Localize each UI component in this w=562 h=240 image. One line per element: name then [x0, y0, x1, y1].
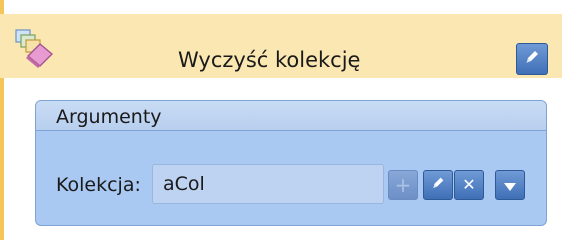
activity-header: Wyczyść kolekcję [0, 14, 562, 78]
collection-label: Kolekcja: [56, 174, 141, 196]
close-icon: ✕ [462, 175, 476, 194]
arguments-panel-header: Argumenty [36, 101, 546, 131]
activity-title: Wyczyść kolekcję [178, 48, 361, 72]
plus-icon: + [394, 173, 412, 197]
dropdown-arrow-icon [504, 176, 516, 195]
add-button[interactable]: + [388, 170, 418, 200]
edit-collection-button[interactable] [423, 170, 453, 200]
pencil-icon [430, 175, 446, 195]
clear-collection-activity[interactable]: Wyczyść kolekcję Argumenty Kolekcja: + [0, 0, 562, 240]
clear-collection-eraser-icon [14, 28, 56, 68]
clear-collection-button[interactable]: ✕ [454, 170, 484, 200]
arguments-panel-title: Argumenty [56, 106, 162, 128]
edit-activity-button[interactable] [516, 43, 548, 75]
dropdown-button[interactable] [495, 170, 525, 200]
pencil-icon [523, 48, 541, 70]
arguments-panel: Argumenty Kolekcja: + ✕ [35, 100, 547, 226]
collection-input[interactable] [152, 164, 384, 204]
